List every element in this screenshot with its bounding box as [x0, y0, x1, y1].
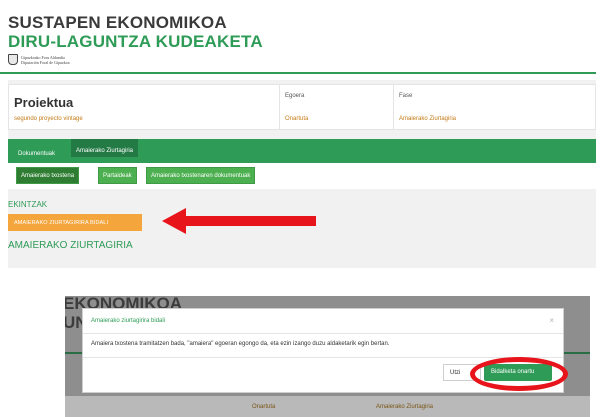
- panel-divider: [393, 85, 394, 129]
- red-arrow-icon: [162, 208, 316, 234]
- tab-amaierako-ziurtagiria[interactable]: Amaierako Ziurtagiria: [71, 139, 139, 157]
- project-subtitle: segundo proyecto vintage: [14, 116, 83, 122]
- arrow-shaft: [182, 216, 316, 226]
- background-status-value: Onartuta: [252, 404, 276, 410]
- actions-section-label: EKINTZAK: [8, 200, 48, 209]
- header-title-line2: DIRU-LAGUNTZA KUDEAKETA: [8, 32, 263, 51]
- highlight-ring-annotation: [470, 357, 568, 391]
- gipuzkoa-logo: Gipuzkoako Foru Aldundia Diputación Fora…: [8, 54, 70, 65]
- dialog-title: Amaierako ziurtagirira bidali: [91, 318, 166, 324]
- final-certificate-heading: AMAIERAKO ZIURTAGIRIA: [8, 240, 133, 251]
- project-panel: Proiektua segundo proyecto vintage Egoer…: [8, 84, 596, 130]
- header-divider: [0, 72, 596, 74]
- phase-value: Amaierako Ziurtagiria: [399, 116, 457, 122]
- subtab-txostenaren-dokumentuak[interactable]: Amaierako txostenaren dokumentuak: [146, 167, 256, 184]
- close-icon[interactable]: ×: [549, 316, 554, 325]
- dialog-message: Amaiera txostena tramitatzen bada, "amai…: [91, 341, 390, 347]
- background-phase-value: Amaierako Ziurtagiria: [376, 404, 434, 410]
- subtab-bar: [8, 163, 596, 189]
- panel-divider: [279, 85, 280, 129]
- tab-bar: Dokumentuak Amaierako Ziurtagiria: [8, 139, 596, 163]
- phase-label: Fase: [399, 93, 413, 99]
- subtab-amaierako-txostena[interactable]: Amaierako txostena: [16, 167, 80, 184]
- logo-text-eu: Gipuzkoako Foru Aldundia: [21, 54, 65, 60]
- status-label: Egoera: [285, 93, 305, 99]
- dialog-divider: [83, 333, 563, 334]
- crest-icon: [8, 54, 18, 65]
- dialog-divider: [83, 357, 563, 358]
- send-to-final-certificate-button[interactable]: AMAIERAKO ZIURTAGIRIRA BIDALI: [8, 214, 142, 231]
- status-value: Onartuta: [285, 116, 309, 122]
- arrow-head: [162, 208, 186, 234]
- subtab-partaideak[interactable]: Partaideak: [98, 167, 137, 184]
- project-title: Proiektua: [14, 95, 74, 110]
- tab-dokumentuak[interactable]: Dokumentuak: [13, 145, 60, 163]
- header-title-line1: SUSTAPEN EKONOMIKOA: [8, 13, 227, 32]
- logo-text-es: Diputación Foral de Gipuzkoa: [21, 59, 70, 65]
- background-panel: [65, 396, 590, 417]
